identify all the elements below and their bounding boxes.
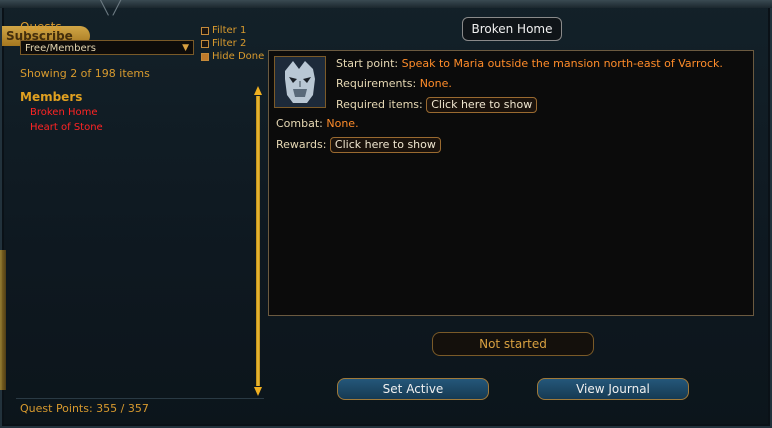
rewards-row: Rewards: Click here to show <box>276 137 441 153</box>
rewards-label: Rewards: <box>276 138 327 151</box>
top-decoration-icon: ╲ ╱ <box>100 0 122 16</box>
quest-item-broken-home[interactable]: Broken Home <box>30 107 103 122</box>
combat-row: Combat: None. <box>276 117 359 130</box>
required-items-label: Required items: <box>336 98 423 111</box>
showing-count: Showing 2 of 198 items <box>20 67 150 80</box>
required-items-row: Required items: Click here to show <box>336 97 538 113</box>
npc-portrait-icon <box>274 56 326 108</box>
quest-title: Broken Home <box>462 17 562 41</box>
quest-points: Quest Points: 355 / 357 <box>20 402 149 415</box>
requirements-value: None. <box>419 77 452 90</box>
portrait-face-icon <box>275 57 325 107</box>
start-point-label: Start point: <box>336 57 399 70</box>
scroll-thumb[interactable] <box>256 96 260 386</box>
group-title-members: Members <box>20 90 83 104</box>
quest-list-scrollbar[interactable] <box>254 86 262 396</box>
filter-2-checkbox[interactable]: Filter 2 <box>201 37 264 50</box>
dropdown-value: Free/Members <box>25 43 96 54</box>
view-journal-button[interactable]: View Journal <box>537 378 689 400</box>
quest-list: Broken Home Heart of Stone <box>30 107 103 137</box>
start-point-row: Start point: Speak to Maria outside the … <box>336 57 723 70</box>
filter-checkboxes: Filter 1 Filter 2 Hide Done <box>201 24 264 63</box>
left-edge-decoration <box>0 250 6 390</box>
checkbox-icon <box>201 39 209 48</box>
combat-label: Combat: <box>276 117 323 130</box>
checkbox-checked-icon <box>201 52 209 61</box>
quest-item-heart-of-stone[interactable]: Heart of Stone <box>30 122 103 137</box>
show-required-items-button[interactable]: Click here to show <box>426 97 538 113</box>
filter-label: Filter 2 <box>212 38 247 49</box>
filter-label: Hide Done <box>212 51 265 62</box>
divider <box>16 398 264 399</box>
scroll-up-arrow-icon[interactable] <box>254 86 262 95</box>
set-active-button[interactable]: Set Active <box>337 378 489 400</box>
requirements-row: Requirements: None. <box>336 77 452 90</box>
scroll-down-arrow-icon[interactable] <box>254 387 262 396</box>
members-filter-dropdown[interactable]: Free/Members ▼ <box>20 40 194 55</box>
hide-done-checkbox[interactable]: Hide Done <box>201 50 264 63</box>
show-rewards-button[interactable]: Click here to show <box>329 137 441 153</box>
requirements-label: Requirements: <box>336 77 417 90</box>
combat-value: None. <box>326 117 359 130</box>
start-point-value: Speak to Maria outside the mansion north… <box>401 57 723 70</box>
chevron-down-icon: ▼ <box>182 43 189 53</box>
filter-1-checkbox[interactable]: Filter 1 <box>201 24 264 37</box>
filter-label: Filter 1 <box>212 25 247 36</box>
panel-title: Quests <box>20 20 62 34</box>
checkbox-icon <box>201 26 209 35</box>
quest-status-badge: Not started <box>432 332 594 356</box>
